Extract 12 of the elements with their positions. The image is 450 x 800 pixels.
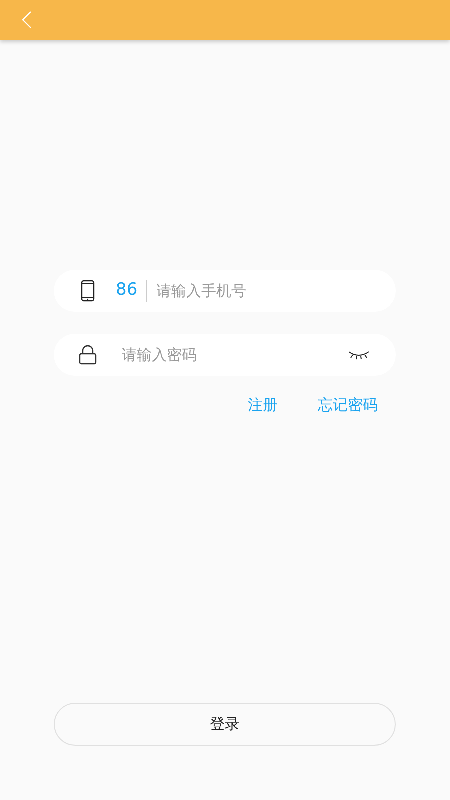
- phone-icon: [81, 280, 95, 302]
- back-icon: [22, 11, 32, 29]
- text-link[interactable]: 忘记密码: [318, 394, 378, 416]
- login-button[interactable]: 登录: [54, 703, 396, 746]
- closed-eye-icon: [348, 350, 370, 360]
- text-link[interactable]: 注册: [248, 394, 278, 416]
- phone-field[interactable]: 86 请输入手机号: [54, 270, 396, 312]
- country-code: 86: [116, 279, 138, 302]
- password-field[interactable]: 请输入密码: [54, 334, 396, 376]
- lock-icon: [79, 345, 97, 365]
- phone-input[interactable]: 请输入手机号: [156, 280, 357, 302]
- password-input[interactable]: 请输入密码: [122, 344, 348, 366]
